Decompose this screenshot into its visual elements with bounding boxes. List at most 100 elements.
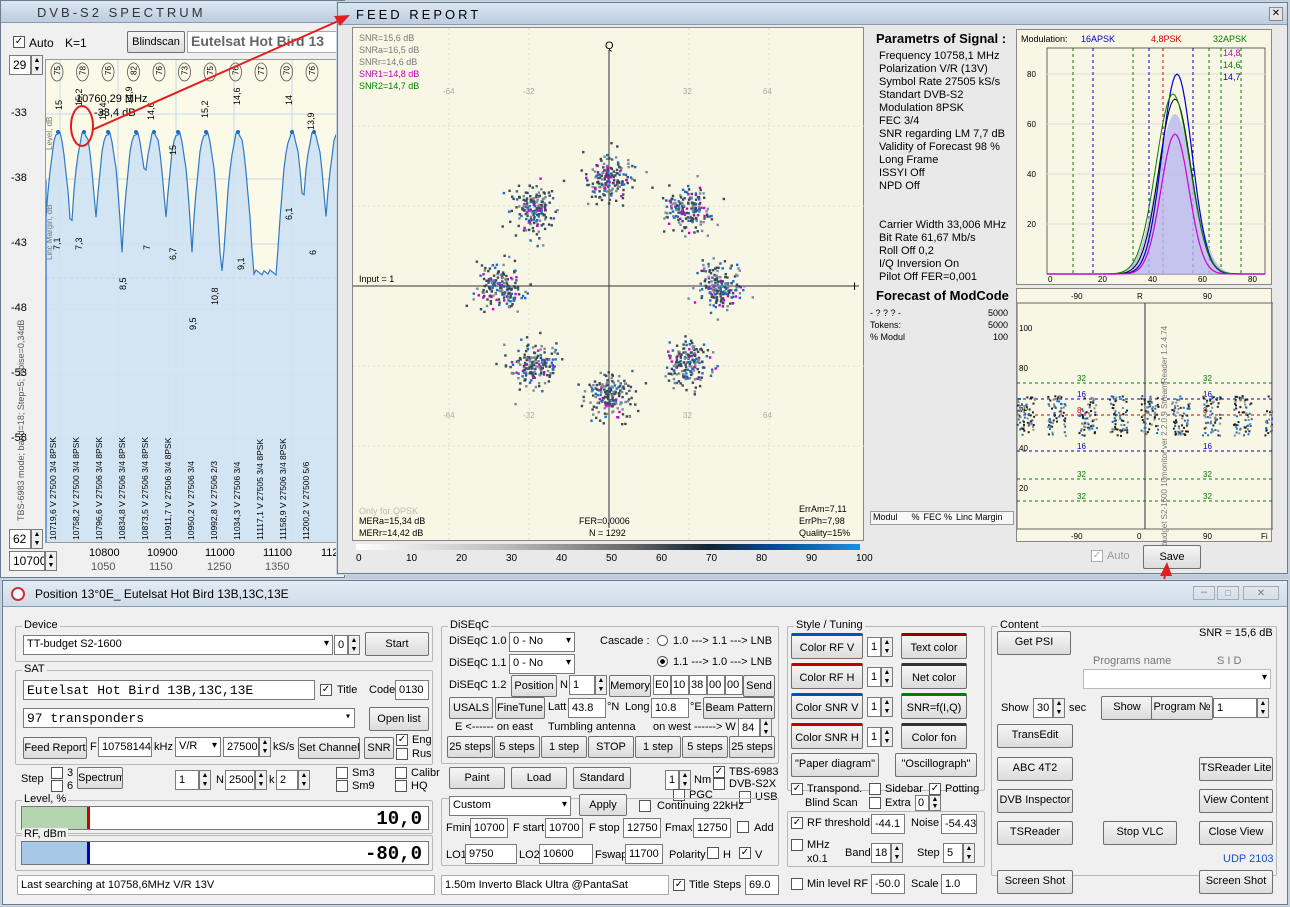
auto-checkbox[interactable]: ✓: [13, 36, 25, 48]
steps-field[interactable]: 69.0: [745, 875, 779, 895]
n2-arrows[interactable]: ▲ ▼: [255, 770, 267, 790]
save-button[interactable]: Save: [1143, 545, 1201, 569]
cascade2-radio[interactable]: [657, 656, 668, 667]
mhz-checkbox[interactable]: [791, 839, 803, 851]
sm9-checkbox[interactable]: [336, 780, 348, 792]
polarity-v-checkbox[interactable]: ✓: [739, 847, 751, 859]
symbol-rate-arrows[interactable]: ▲ ▼: [259, 737, 271, 757]
color-rf-h-button[interactable]: Color RF H: [791, 663, 863, 689]
lo2-field[interactable]: 10600: [539, 844, 593, 864]
diseqc-byte-field[interactable]: E0: [653, 675, 671, 695]
polarization-select[interactable]: V/R: [175, 737, 221, 757]
fmin-field[interactable]: 10700: [470, 818, 508, 838]
n1-arrows[interactable]: ▲ ▼: [199, 770, 211, 790]
color-snr-h-button[interactable]: Color SNR H: [791, 723, 863, 749]
color-rf-v-button[interactable]: Color RF V: [791, 633, 863, 659]
n1-field[interactable]: 1: [175, 770, 199, 790]
feed-report-button[interactable]: Feed Report: [23, 737, 87, 759]
min-level-field[interactable]: -50.0: [871, 874, 905, 894]
blindscan-button[interactable]: Blindscan: [127, 31, 185, 53]
add-checkbox[interactable]: [737, 821, 749, 833]
snr-v-width-arrows[interactable]: ▲ ▼: [881, 697, 893, 717]
diseqc10-select[interactable]: 0 - No: [509, 632, 575, 652]
paint-button[interactable]: Paint: [449, 767, 505, 789]
sm3-checkbox[interactable]: [336, 767, 348, 779]
auto-feed-checkbox[interactable]: ✓: [1091, 550, 1103, 562]
diseqc-byte-field[interactable]: 38: [689, 675, 707, 695]
rus-checkbox[interactable]: [396, 748, 408, 760]
long-field[interactable]: 10.8: [651, 698, 689, 718]
program-arrows[interactable]: ▲ ▼: [1257, 698, 1269, 718]
color-snr-v-button[interactable]: Color SNR V: [791, 693, 863, 719]
cascade1-radio[interactable]: [657, 635, 668, 646]
color-fon-button[interactable]: Color fon: [901, 723, 967, 749]
maximize-icon[interactable]: □: [1217, 586, 1239, 600]
nm-arrows[interactable]: ▲ ▼: [679, 770, 691, 790]
show-button[interactable]: Show: [1101, 696, 1153, 720]
custom-select[interactable]: Custom: [449, 796, 571, 816]
tumbling-step-button[interactable]: STOP: [588, 736, 634, 758]
n2-field[interactable]: 2500: [225, 770, 255, 790]
bottom-spin[interactable]: 62: [9, 529, 31, 549]
stop-vlc-button[interactable]: Stop VLC: [1103, 821, 1177, 845]
program-field[interactable]: 1: [1213, 698, 1257, 718]
oscillograph-button[interactable]: "Oscillograph": [895, 753, 977, 777]
code-field[interactable]: 0130: [395, 680, 429, 700]
polarity-h-checkbox[interactable]: [707, 847, 719, 859]
rf-v-width[interactable]: 1: [867, 637, 881, 657]
tumbling-step-button[interactable]: 25 steps: [447, 736, 493, 758]
bottom-spin-arrows[interactable]: ▲ ▼: [31, 529, 43, 549]
rf-threshold-field[interactable]: -44.1: [871, 814, 905, 834]
eng-checkbox[interactable]: ✓: [396, 734, 408, 746]
screenshot-right-button[interactable]: Screen Shot: [1199, 870, 1273, 894]
snr-v-width[interactable]: 1: [867, 697, 881, 717]
fswap-field[interactable]: 11700: [625, 844, 663, 864]
title-checkbox[interactable]: ✓: [320, 684, 332, 696]
tsreader-lite-button[interactable]: TSReader Lite: [1199, 757, 1273, 781]
snr-button[interactable]: SNR: [364, 737, 394, 759]
position-field[interactable]: 1: [569, 675, 595, 695]
diseqc-byte-field[interactable]: 00: [725, 675, 743, 695]
fmax-field[interactable]: 12750: [693, 818, 731, 838]
net-color-button[interactable]: Net color: [901, 663, 967, 689]
step6-checkbox[interactable]: [51, 780, 63, 792]
screenshot-left-button[interactable]: Screen Shot: [997, 870, 1073, 894]
transpond-checkbox[interactable]: ✓: [791, 783, 803, 795]
diseqc-byte-field[interactable]: 00: [707, 675, 725, 695]
step3-checkbox[interactable]: [51, 767, 63, 779]
memory-button[interactable]: Memory: [609, 675, 651, 697]
programs-select[interactable]: [1083, 669, 1271, 689]
continuing-checkbox[interactable]: [639, 800, 651, 812]
step2-arrows[interactable]: ▲ ▼: [963, 843, 975, 863]
sidebar-checkbox[interactable]: [869, 783, 881, 795]
sat-name-field[interactable]: Eutelsat Hot Bird 13B,13C,13E: [23, 680, 315, 700]
calibr-checkbox[interactable]: [395, 767, 407, 779]
diseqc11-select[interactable]: 0 - No: [509, 654, 575, 674]
west-arrows[interactable]: ▲ ▼: [760, 718, 772, 738]
freq-start-field[interactable]: 10700: [9, 551, 45, 571]
extra-arrows[interactable]: ▲ ▼: [929, 795, 941, 811]
usals-button[interactable]: USALS: [449, 697, 493, 719]
show-field[interactable]: 30: [1033, 698, 1053, 718]
transponders-select[interactable]: 97 transponders: [23, 708, 355, 728]
transedit-button[interactable]: TransEdit: [997, 724, 1073, 748]
lo1-field[interactable]: 9750: [465, 844, 517, 864]
snr-fiq-button[interactable]: SNR=f(I,Q): [901, 693, 967, 719]
potting-checkbox[interactable]: ✓: [929, 783, 941, 795]
tumbling-step-button[interactable]: 5 steps: [682, 736, 728, 758]
paper-diagram-button[interactable]: "Paper diagram": [791, 753, 879, 777]
device-select[interactable]: TT-budget S2-1600: [23, 635, 333, 655]
hq-checkbox[interactable]: [395, 780, 407, 792]
minimize-icon[interactable]: –: [1193, 586, 1215, 600]
tumbling-step-button[interactable]: 5 steps: [494, 736, 540, 758]
close-view-button[interactable]: Close View: [1199, 821, 1273, 845]
start-button[interactable]: Start: [365, 632, 429, 656]
view-content-button[interactable]: View Content: [1199, 789, 1273, 813]
rf-v-width-arrows[interactable]: ▲ ▼: [881, 637, 893, 657]
spectrum-button[interactable]: Spectrum: [77, 767, 123, 789]
dvb-inspector-button[interactable]: DVB Inspector: [997, 789, 1073, 813]
text-color-button[interactable]: Text color: [901, 633, 967, 659]
sat-title-field[interactable]: Eutelsat Hot Bird 13: [187, 31, 347, 53]
device-num-arrows[interactable]: ▲ ▼: [348, 635, 360, 655]
snr-h-width-arrows[interactable]: ▲ ▼: [881, 727, 893, 747]
